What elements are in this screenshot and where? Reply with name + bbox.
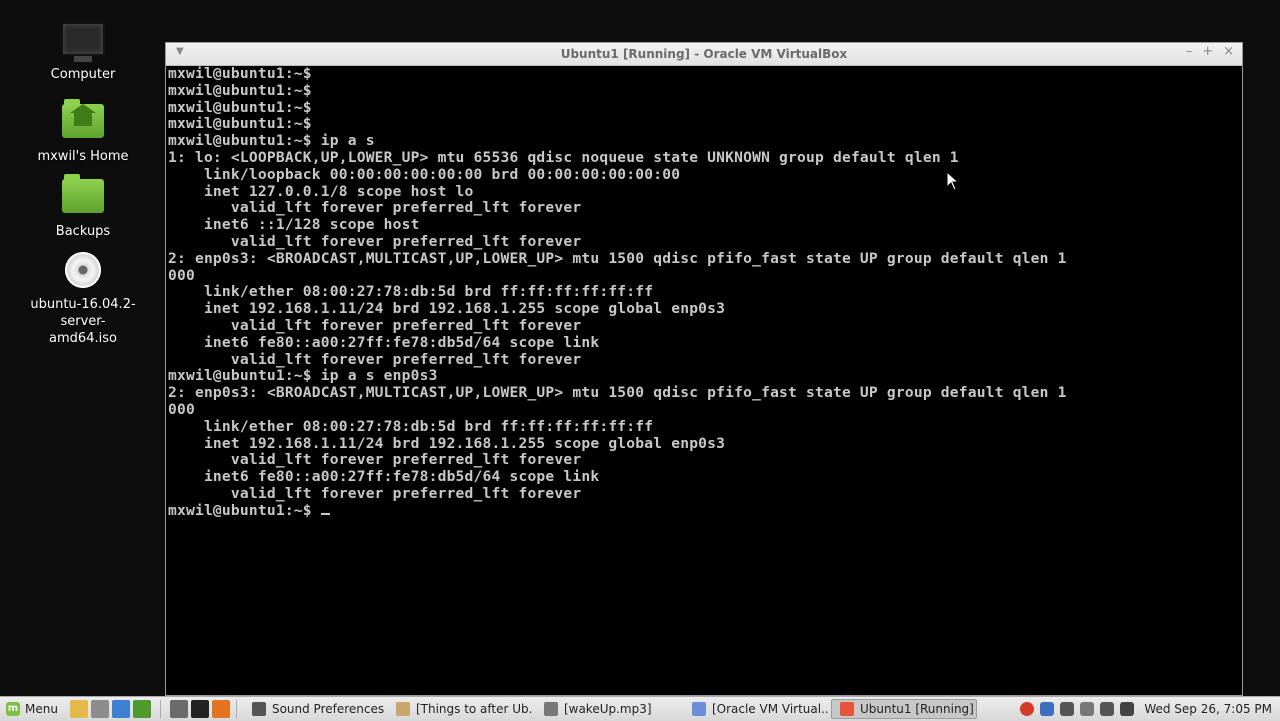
desktop-icon-label: Computer xyxy=(50,67,116,82)
taskbar-button-label: [Things to after Ub... xyxy=(415,702,533,716)
folder-icon xyxy=(61,174,105,219)
task-list: Sound Preferences [Things to after Ub... [… xyxy=(243,699,977,719)
system-monitor-icon[interactable] xyxy=(132,700,151,718)
terminal-prompt: mxwil@ubuntu1:~$ xyxy=(168,501,321,519)
taskbar: m Menu Sound Preferences [Things to after… xyxy=(0,696,1280,721)
desktop-icon-computer[interactable]: Computer xyxy=(18,22,148,83)
home-folder-icon xyxy=(61,99,105,144)
files-icon[interactable] xyxy=(169,700,188,718)
terminal-line: inet6 fe80::a00:27ff:fe78:db5d/64 scope … xyxy=(168,333,600,351)
terminal-line: mxwil@ubuntu1:~$ ip a s xyxy=(168,132,375,150)
terminal-line: 1: lo: <LOOPBACK,UP,LOWER_UP> mtu 65536 … xyxy=(168,148,959,166)
document-icon xyxy=(395,702,410,716)
virtualbox-window[interactable]: ▼ Ubuntu1 [Running] - Oracle VM VirtualB… xyxy=(165,42,1243,696)
microphone-icon[interactable] xyxy=(1080,702,1095,716)
computer-icon xyxy=(61,22,105,62)
terminal-line: inet 192.168.1.11/24 brd 192.168.1.255 s… xyxy=(168,300,726,318)
terminal-line: 2: enp0s3: <BROADCAST,MULTICAST,UP,LOWER… xyxy=(168,384,1067,402)
text-cursor xyxy=(320,512,330,515)
taskbar-button[interactable]: [Things to after Ub... xyxy=(387,699,533,719)
terminal-line: mxwil@ubuntu1:~$ xyxy=(168,115,312,133)
terminal-line: valid_lft forever preferred_lft forever xyxy=(168,232,582,250)
terminal-icon[interactable] xyxy=(190,700,209,718)
close-button[interactable]: × xyxy=(1223,44,1234,59)
terminal-line: valid_lft forever preferred_lft forever xyxy=(168,451,582,469)
terminal-line: valid_lft forever preferred_lft forever xyxy=(168,350,582,368)
terminal-line: link/ether 08:00:27:78:db:5d brd ff:ff:f… xyxy=(168,283,654,301)
desktop-icon-home[interactable]: mxwil's Home xyxy=(18,99,148,165)
terminal-line: link/loopback 00:00:00:00:00:00 brd 00:0… xyxy=(168,165,681,183)
terminal-line: inet6 fe80::a00:27ff:fe78:db5d/64 scope … xyxy=(168,468,600,486)
divider xyxy=(235,700,237,718)
firefox-icon[interactable] xyxy=(211,700,230,718)
desktop-icon-label: mxwil's Home xyxy=(37,149,129,164)
terminal-line: inet6 ::1/128 scope host xyxy=(168,216,420,234)
minimize-button[interactable]: – xyxy=(1186,44,1193,59)
terminal-line: 2: enp0s3: <BROADCAST,MULTICAST,UP,LOWER… xyxy=(168,249,1067,267)
taskbar-button[interactable]: Ubuntu1 [Running] ... xyxy=(830,699,977,719)
terminal-line: inet 192.168.1.11/24 brd 192.168.1.255 s… xyxy=(168,434,726,452)
quick-launch xyxy=(69,700,230,718)
desktop-icon-label: ubuntu-16.04.2-server-amd64.iso xyxy=(30,297,136,346)
terminal-line: mxwil@ubuntu1:~$ ip a s enp0s3 xyxy=(168,367,438,385)
system-tray: Wed Sep 26, 7:05 PM xyxy=(1020,702,1280,716)
terminal-line: mxwil@ubuntu1:~$ xyxy=(168,81,312,99)
taskbar-button-label: Sound Preferences xyxy=(271,702,385,716)
text-editor-icon[interactable] xyxy=(69,700,88,718)
taskbar-button[interactable]: [Oracle VM Virtual... xyxy=(683,699,829,719)
window-titlebar[interactable]: ▼ Ubuntu1 [Running] - Oracle VM VirtualB… xyxy=(166,43,1242,66)
sound-icon xyxy=(251,702,266,716)
terminal-line: mxwil@ubuntu1:~$ xyxy=(168,98,312,116)
terminal-line: valid_lft forever preferred_lft forever xyxy=(168,484,582,502)
mint-logo-icon: m xyxy=(6,702,20,716)
mouse-pointer-icon xyxy=(946,170,960,195)
audio-editor-icon xyxy=(543,702,558,716)
divider xyxy=(159,700,161,718)
vm-console[interactable]: mxwil@ubuntu1:~$ mxwil@ubuntu1:~$ mxwil@ub… xyxy=(168,65,1240,695)
browser-icon[interactable] xyxy=(111,700,130,718)
menu-label: Menu xyxy=(25,702,58,716)
network-icon[interactable] xyxy=(1120,702,1135,716)
shield-icon[interactable] xyxy=(1040,702,1055,716)
disc-image-icon xyxy=(61,252,105,292)
record-icon[interactable] xyxy=(1020,702,1035,716)
screenshot-icon[interactable] xyxy=(90,700,109,718)
menu-button[interactable]: m Menu xyxy=(0,697,64,721)
terminal-line: valid_lft forever preferred_lft forever xyxy=(168,199,582,217)
terminal-line: valid_lft forever preferred_lft forever xyxy=(168,316,582,334)
taskbar-button[interactable]: [wakeUp.mp3] xyxy=(535,699,681,719)
desktop-icon-iso[interactable]: ubuntu-16.04.2-server-amd64.iso xyxy=(18,250,148,347)
terminal-line: inet 127.0.0.1/8 scope host lo xyxy=(168,182,474,200)
window-title: Ubuntu1 [Running] - Oracle VM VirtualBox xyxy=(560,47,848,61)
desktop-icon-backups[interactable]: Backups xyxy=(18,174,148,240)
desktop-icon-label: Backups xyxy=(55,224,111,239)
terminal-output: mxwil@ubuntu1:~$ mxwil@ubuntu1:~$ mxwil@ub… xyxy=(168,65,1240,503)
terminal-line: 000 xyxy=(168,266,195,284)
terminal-line: 000 xyxy=(168,400,195,418)
pen-icon[interactable] xyxy=(1060,702,1075,716)
volume-icon[interactable] xyxy=(1100,702,1115,716)
taskbar-button-label: [Oracle VM Virtual... xyxy=(711,702,829,716)
virtualbox-icon xyxy=(839,702,854,716)
image-viewer-icon xyxy=(691,702,706,716)
terminal-line: mxwil@ubuntu1:~$ xyxy=(168,65,312,82)
clock[interactable]: Wed Sep 26, 7:05 PM xyxy=(1144,702,1272,716)
taskbar-button[interactable]: Sound Preferences xyxy=(243,699,385,719)
terminal-prompt-line[interactable]: mxwil@ubuntu1:~$ xyxy=(168,501,1240,520)
taskbar-button-label: [wakeUp.mp3] xyxy=(563,702,652,716)
terminal-line: link/ether 08:00:27:78:db:5d brd ff:ff:f… xyxy=(168,417,654,435)
taskbar-button-label: Ubuntu1 [Running] ... xyxy=(859,702,977,716)
maximize-button[interactable]: + xyxy=(1202,44,1213,59)
